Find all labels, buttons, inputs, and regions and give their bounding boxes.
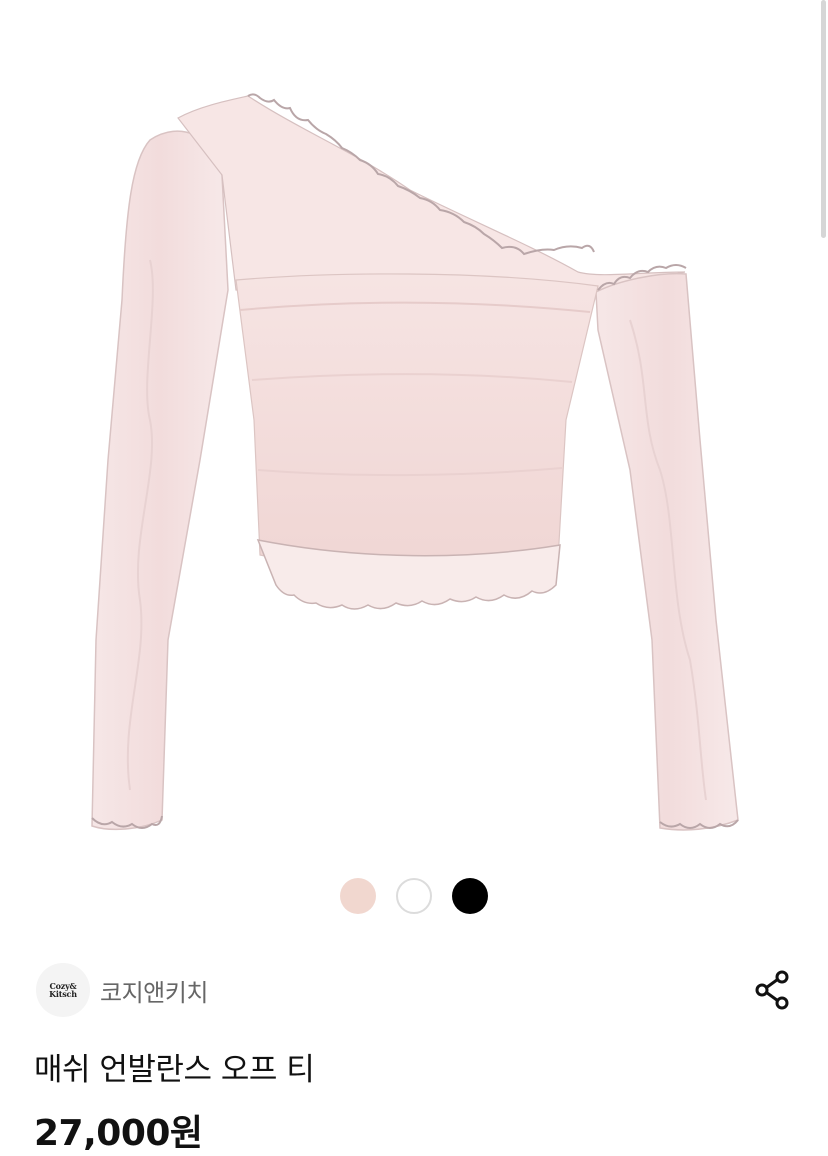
seller-logo[interactable]: Cozy& Kitsch [36, 963, 90, 1017]
scrollbar[interactable] [821, 0, 826, 238]
product-price: 27,000원 [34, 1113, 203, 1154]
seller-row: Cozy& Kitsch 코지앤키치 [36, 962, 792, 1018]
right-sleeve [595, 272, 739, 831]
share-button[interactable] [752, 968, 792, 1012]
share-icon [755, 970, 789, 1010]
swatch-white[interactable] [396, 878, 432, 914]
seller-name[interactable]: 코지앤키치 [100, 973, 208, 1008]
color-swatches [0, 878, 828, 914]
left-sleeve [91, 130, 229, 831]
swatch-pink[interactable] [340, 878, 376, 914]
garment-illustration [91, 93, 739, 831]
seller-logo-line2: Kitsch [49, 989, 77, 999]
body-tube [235, 273, 599, 568]
swatch-black[interactable] [452, 878, 488, 914]
mesh-upper-panel [177, 95, 686, 291]
product-image[interactable] [0, 0, 828, 860]
product-title: 매쉬 언발란스 오프 티 [34, 1052, 315, 1088]
